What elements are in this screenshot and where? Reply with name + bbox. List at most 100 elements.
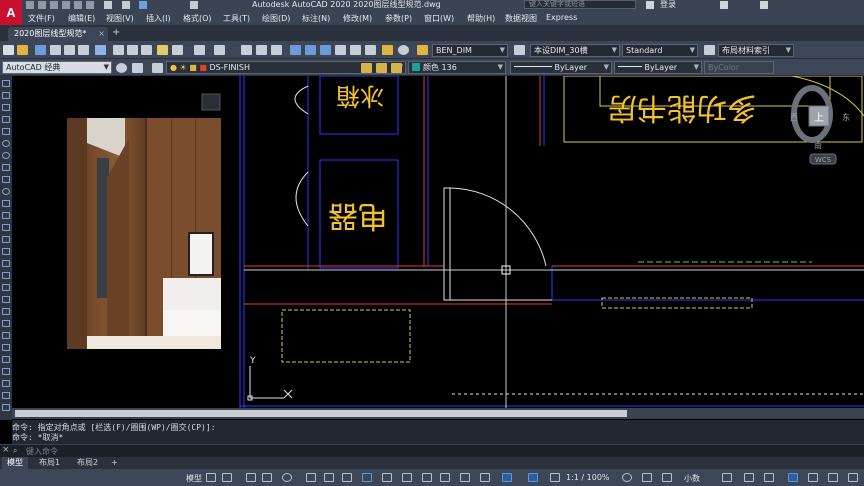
drawing-canvas[interactable]: 冰箱 电器 多功能书房 Y 上 西 东 南 WCS xyxy=(12,76,864,420)
mleader-style-icon[interactable] xyxy=(704,45,715,55)
table-style-select[interactable]: Standard ▼ xyxy=(622,44,698,57)
point-icon[interactable] xyxy=(2,236,10,243)
customization-menu-icon[interactable] xyxy=(828,473,838,482)
table-icon[interactable] xyxy=(2,284,10,291)
rotate-icon[interactable] xyxy=(2,392,10,399)
selection-cycling-icon[interactable] xyxy=(402,473,412,482)
offset-icon[interactable] xyxy=(2,356,10,363)
workspace-icon[interactable] xyxy=(190,1,198,9)
object-snap-tracking-icon[interactable] xyxy=(324,473,334,482)
isolate-objects-icon[interactable] xyxy=(764,473,774,482)
lock-ui-icon[interactable] xyxy=(744,473,754,482)
tool-palettes-icon[interactable] xyxy=(320,45,331,55)
menu-express[interactable]: Express xyxy=(546,13,577,22)
viewcube-east-label[interactable]: 东 xyxy=(842,112,850,122)
polyline-icon[interactable] xyxy=(2,104,10,111)
grid-icon[interactable] xyxy=(206,473,216,482)
menu-format[interactable]: 格式(O) xyxy=(183,13,212,24)
color-select[interactable]: 颜色 136 ▼ xyxy=(408,61,506,74)
polar-tracking-icon[interactable] xyxy=(282,473,292,482)
autocad-logo-icon[interactable]: A xyxy=(0,0,22,25)
quick-properties-icon[interactable] xyxy=(722,473,732,482)
print-icon[interactable] xyxy=(86,1,94,9)
properties-icon[interactable] xyxy=(290,45,301,55)
workspace-switching-gear-icon[interactable] xyxy=(622,473,632,482)
tab-model[interactable]: 模型 xyxy=(2,457,28,469)
new-icon[interactable] xyxy=(26,1,34,9)
insert-block-icon[interactable] xyxy=(2,212,10,219)
publish-icon[interactable] xyxy=(78,45,89,55)
circle-icon[interactable] xyxy=(2,152,10,159)
rectangle-icon[interactable] xyxy=(2,128,10,135)
units-value[interactable]: 小数 xyxy=(684,473,700,484)
plot-icon[interactable] xyxy=(74,1,82,9)
polygon-icon[interactable] xyxy=(2,116,10,123)
copy-object-icon[interactable] xyxy=(2,332,10,339)
menu-view[interactable]: 视图(V) xyxy=(106,13,134,24)
help-icon[interactable] xyxy=(760,1,768,9)
login-link[interactable]: 登录 xyxy=(660,0,676,10)
zoom-realtime-icon[interactable] xyxy=(241,45,252,55)
block-editor-icon[interactable] xyxy=(157,45,168,55)
layer-properties-icon[interactable] xyxy=(152,63,163,73)
close-command-line-icon[interactable]: × xyxy=(2,445,10,455)
customize-icon[interactable] xyxy=(132,63,143,73)
ortho-icon[interactable] xyxy=(262,473,272,482)
pan-icon[interactable] xyxy=(214,45,225,55)
hardware-acceleration-icon[interactable] xyxy=(788,473,798,482)
line-tool-icon[interactable] xyxy=(2,80,10,87)
open-file-icon[interactable] xyxy=(17,45,28,55)
open-icon[interactable] xyxy=(38,1,46,9)
annotation-visibility-icon[interactable] xyxy=(502,473,512,482)
sheet-set-icon[interactable] xyxy=(335,45,346,55)
gradient-icon[interactable] xyxy=(2,260,10,267)
paste-icon[interactable] xyxy=(127,45,138,55)
floor-plan-drawing[interactable]: 冰箱 电器 多功能书房 Y 上 西 东 南 WCS xyxy=(12,76,864,420)
scrollbar-thumb[interactable] xyxy=(15,410,627,417)
viewcube-home-icon[interactable] xyxy=(201,93,221,111)
cut-icon[interactable] xyxy=(95,45,106,55)
undo-icon[interactable] xyxy=(172,45,183,55)
annotation-scale-icon[interactable] xyxy=(550,473,560,482)
lineweight-select[interactable]: ByLayer ▼ xyxy=(614,61,702,74)
mleader-style-select[interactable]: 布局材料索引 ▼ xyxy=(718,44,794,57)
menu-insert[interactable]: 插入(I) xyxy=(146,13,171,24)
annotation-scale-value[interactable]: 1:1 / 100% xyxy=(566,473,610,482)
workspace-settings-gear-icon[interactable] xyxy=(116,63,127,73)
wcs-label[interactable]: WCS xyxy=(815,156,832,164)
linetype-select[interactable]: ByLayer ▼ xyxy=(510,61,612,74)
object-snap-icon[interactable] xyxy=(342,473,352,482)
region-icon[interactable] xyxy=(2,272,10,279)
new-file-icon[interactable] xyxy=(3,45,14,55)
redo-icon[interactable] xyxy=(122,1,130,9)
ellipse-arc-icon[interactable] xyxy=(2,200,10,207)
gizmo-icon[interactable] xyxy=(480,473,490,482)
lineweight-toggle-icon[interactable] xyxy=(362,473,372,482)
plot-preview-icon[interactable] xyxy=(64,45,75,55)
make-current-layer-icon[interactable] xyxy=(361,63,372,73)
redo-icon[interactable] xyxy=(194,45,205,55)
arc-icon[interactable] xyxy=(2,140,10,147)
dim-style-icon[interactable] xyxy=(514,45,525,55)
menu-file[interactable]: 文件(F) xyxy=(28,13,55,24)
viewcube-south-label[interactable]: 南 xyxy=(814,140,822,150)
copy-icon[interactable] xyxy=(113,45,124,55)
spline-icon[interactable] xyxy=(2,176,10,183)
add-selected-icon[interactable] xyxy=(2,308,10,315)
ellipse-icon[interactable] xyxy=(2,188,10,195)
markup-icon[interactable] xyxy=(350,45,361,55)
clean-screen-icon[interactable] xyxy=(808,473,818,482)
dynamic-input-icon[interactable] xyxy=(246,473,256,482)
units-icon[interactable] xyxy=(662,473,672,482)
viewcube-top-label[interactable]: 上 xyxy=(814,112,824,124)
menu-data-view[interactable]: 数据视图 xyxy=(505,13,537,24)
model-space-toggle[interactable]: 模型 xyxy=(186,473,202,484)
layout-icon[interactable] xyxy=(382,45,393,55)
plot-icon[interactable] xyxy=(50,45,61,55)
multiline-text-icon[interactable] xyxy=(2,296,10,303)
share-icon[interactable] xyxy=(139,1,147,9)
3d-osnap-icon[interactable] xyxy=(422,473,432,482)
quickcalc-icon[interactable] xyxy=(365,45,376,55)
layer-state-icon[interactable] xyxy=(391,63,402,73)
saveas-icon[interactable] xyxy=(62,1,70,9)
